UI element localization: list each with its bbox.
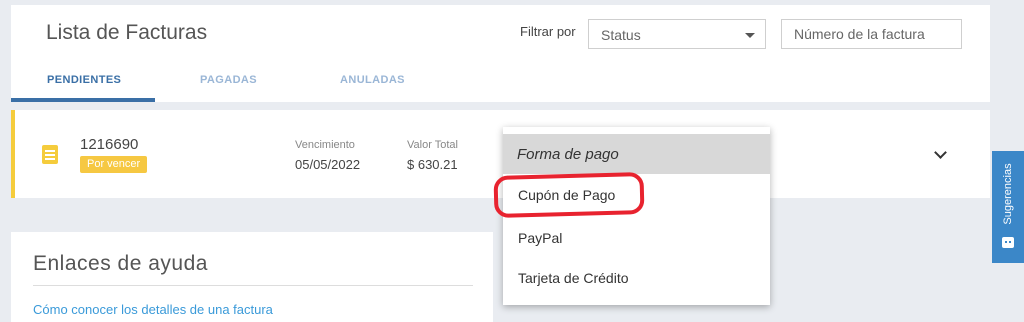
tab-anuladas[interactable]: ANULADAS <box>340 74 405 86</box>
dropdown-header: Forma de pago <box>503 134 770 174</box>
payment-method-dropdown[interactable]: Forma de pago Cupón de Pago PayPal Tarje… <box>503 127 770 305</box>
status-badge: Por vencer <box>80 156 148 173</box>
status-accent-bar <box>11 110 15 198</box>
smiley-icon <box>1002 237 1014 248</box>
status-select-value: Status <box>601 27 641 43</box>
option-cupon-de-pago[interactable]: Cupón de Pago <box>518 187 615 203</box>
total-label: Valor Total <box>407 139 458 151</box>
tab-pagadas[interactable]: PAGADAS <box>200 74 257 86</box>
invoice-row[interactable]: 1216690 Por vencer Vencimiento 05/05/202… <box>11 110 990 198</box>
tab-pendientes[interactable]: PENDIENTES <box>47 74 121 86</box>
feedback-tab[interactable]: Sugerencias <box>992 151 1024 263</box>
chevron-down-icon[interactable] <box>934 146 947 159</box>
help-title: Enlaces de ayuda <box>33 252 208 275</box>
divider <box>33 285 473 286</box>
feedback-tab-label: Sugerencias <box>1002 163 1014 225</box>
help-links-card: Enlaces de ayuda Cómo conocer los detall… <box>11 232 493 322</box>
dropdown-header-label: Forma de pago <box>517 146 619 163</box>
due-date-label: Vencimiento <box>295 139 355 151</box>
caret-down-icon <box>745 33 755 38</box>
help-link-invoice-details[interactable]: Cómo conocer los detalles de una factura <box>33 302 273 317</box>
page-title: Lista de Facturas <box>46 21 208 44</box>
option-paypal[interactable]: PayPal <box>518 230 562 246</box>
document-icon <box>42 145 58 164</box>
invoice-number: 1216690 <box>80 136 139 153</box>
active-tab-indicator <box>11 98 155 102</box>
invoice-list-header: Lista de Facturas Filtrar por Status PEN… <box>11 5 990 102</box>
due-date-value: 05/05/2022 <box>295 157 361 172</box>
invoice-number-search-input[interactable] <box>781 19 962 49</box>
status-select[interactable]: Status <box>588 19 766 49</box>
total-value: $ 630.21 <box>407 157 458 172</box>
filter-label: Filtrar por <box>520 24 576 39</box>
option-tarjeta-de-credito[interactable]: Tarjeta de Crédito <box>518 270 629 286</box>
